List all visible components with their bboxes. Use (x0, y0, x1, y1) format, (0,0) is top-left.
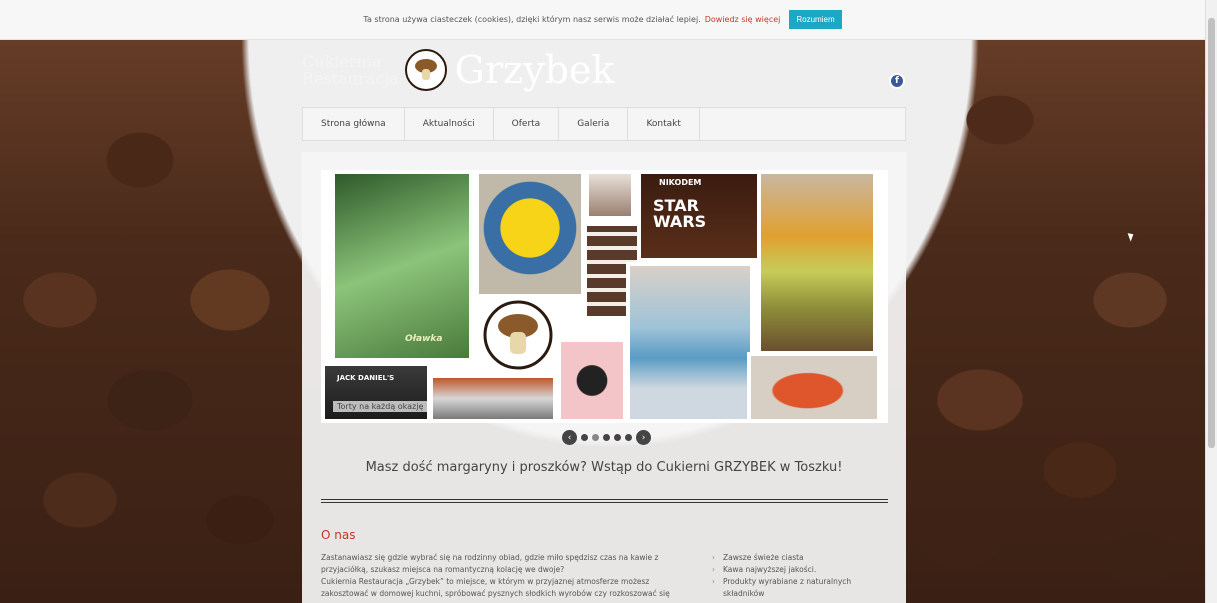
slider-next-icon[interactable]: › (636, 430, 651, 445)
cookie-bar: Ta strona używa ciasteczek (cookies), dz… (0, 0, 1205, 40)
cake-tile-elsa (626, 262, 754, 423)
slider-prev-icon[interactable]: ‹ (562, 430, 577, 445)
cake-tile-logo (477, 294, 559, 376)
cake-tile-car (747, 352, 881, 423)
tile-label-jack: JACK DANIEL'S (337, 374, 395, 382)
about-line: Cukiernia Restauracja „Grzybek” to miejs… (321, 577, 650, 586)
slider-dot-4[interactable] (614, 434, 621, 441)
section-divider (321, 499, 888, 503)
cake-tile-green: Oławka (331, 170, 473, 362)
facebook-icon[interactable]: f (889, 73, 905, 89)
nav-item-home[interactable]: Strona główna (303, 108, 405, 140)
cake-tile-small-top (585, 170, 635, 220)
tile-label-olawka: Oławka (405, 334, 443, 344)
logo-line-1: Cukiernia (302, 52, 382, 71)
about-line: Zastanawiasz się gdzie wybrać się na rod… (321, 553, 659, 562)
image-slider[interactable]: Oławka NIKODEM STAR WARS JACK DANIEL'S T… (321, 170, 888, 423)
feature-item: Produkty wyrabiane z naturalnych składni… (712, 576, 872, 600)
nav-item-offer[interactable]: Oferta (494, 108, 560, 140)
cake-tile-jack: JACK DANIEL'S (321, 362, 431, 423)
main-content: Oławka NIKODEM STAR WARS JACK DANIEL'S T… (302, 152, 906, 603)
about-line: przyjaciółką, szukasz miejsca na romanty… (321, 565, 565, 574)
cookie-text: Ta strona używa ciasteczek (cookies), dz… (363, 15, 701, 24)
slider-dot-5[interactable] (625, 434, 632, 441)
tile-label-nikodem: NIKODEM (659, 178, 702, 187)
cake-tile-silver-car (429, 374, 557, 423)
slider-dot-3[interactable] (603, 434, 610, 441)
cookie-more-link[interactable]: Dowiedz się więcej (705, 15, 781, 24)
logo-text-small: Cukiernia Restauracja (302, 53, 399, 87)
site-logo[interactable]: Cukiernia Restauracja Grzybek (302, 40, 615, 100)
slider-dot-1[interactable] (581, 434, 588, 441)
nav-item-gallery[interactable]: Galeria (559, 108, 629, 140)
slider-dot-2[interactable] (592, 434, 599, 441)
cake-tile-castle (757, 170, 877, 355)
slider-caption: Torty na każdą okazję (333, 401, 428, 412)
feature-item: Zawsze świeże ciasta (712, 552, 872, 564)
tagline: Masz dość margaryny i proszków? Wstąp do… (365, 460, 843, 475)
mushroom-logo-icon (483, 300, 553, 370)
feature-item: Kawa najwyższej jakości. (712, 564, 872, 576)
scrollbar-thumb[interactable] (1208, 18, 1215, 448)
about-title: O nas (321, 528, 356, 542)
logo-line-2: Restauracja (302, 69, 399, 88)
nav-item-contact[interactable]: Kontakt (628, 108, 700, 140)
page-scrollbar[interactable] (1205, 0, 1217, 603)
mushroom-emblem-icon (404, 49, 447, 91)
cookie-accept-button[interactable]: Rozumiem (789, 10, 842, 29)
logo-name: Grzybek (454, 48, 615, 92)
features-list: Zawsze świeże ciasta Kawa najwyższej jak… (712, 552, 872, 600)
about-line: zakosztować w domowej kuchni, spróbować … (321, 589, 670, 598)
tile-label-starwars: STAR WARS (653, 196, 707, 231)
cake-tile-playboy (557, 338, 627, 423)
about-text: Zastanawiasz się gdzie wybrać się na rod… (321, 552, 686, 600)
main-nav: Strona główna Aktualności Oferta Galeria… (302, 107, 906, 141)
cake-tile-minion (475, 170, 585, 298)
slider-pagination: ‹ › (562, 430, 651, 445)
nav-item-news[interactable]: Aktualności (405, 108, 494, 140)
